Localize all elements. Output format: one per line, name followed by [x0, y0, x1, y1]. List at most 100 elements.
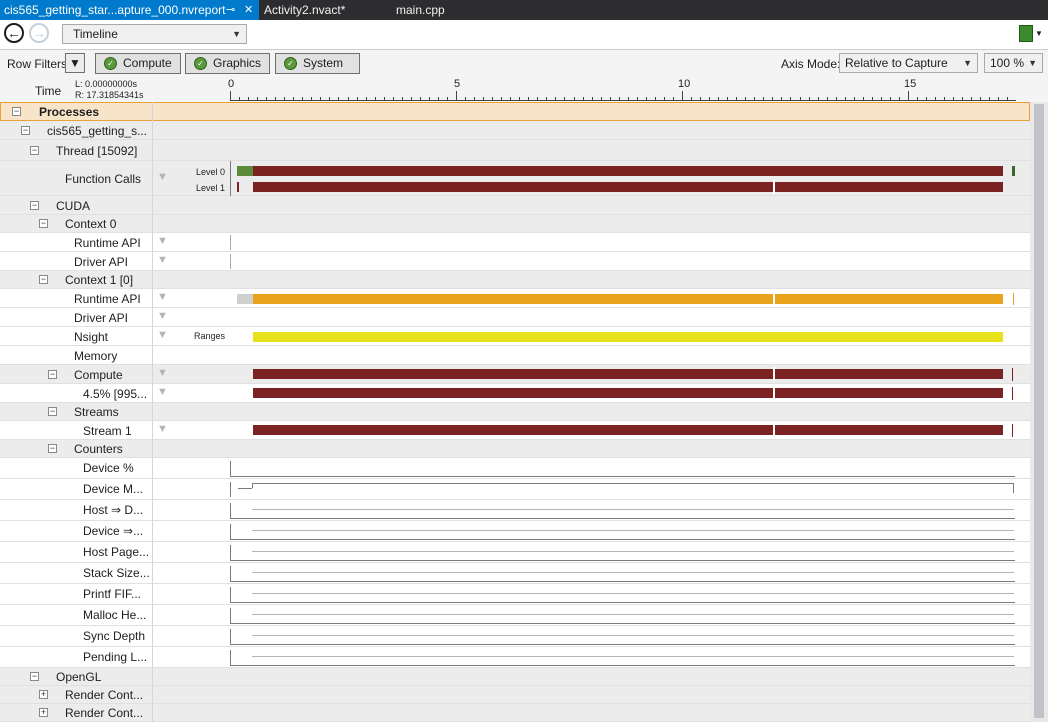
- counter-line[interactable]: [230, 644, 1015, 645]
- collapse-icon[interactable]: −: [48, 370, 57, 379]
- level0-bar[interactable]: [253, 166, 1003, 176]
- stream1-bar[interactable]: [253, 425, 1003, 435]
- ruler-tick: [357, 97, 358, 101]
- counters-row[interactable]: − Counters: [0, 440, 1030, 458]
- context0-row[interactable]: − Context 0: [0, 215, 1030, 233]
- ruler-tick: [302, 97, 303, 101]
- kernel-end-bar[interactable]: [1012, 387, 1013, 400]
- counter-line[interactable]: [230, 476, 1015, 477]
- view-select[interactable]: Timeline ▼: [62, 24, 247, 44]
- collapse-icon[interactable]: −: [30, 672, 39, 681]
- nsight-range-bar[interactable]: [253, 332, 1003, 342]
- memory-row[interactable]: Memory: [0, 346, 1030, 365]
- kernel-bar[interactable]: [253, 388, 1003, 398]
- counter-axis: [230, 629, 231, 644]
- funnel-filter-icon[interactable]: ▼: [157, 171, 168, 183]
- collapse-icon[interactable]: −: [30, 146, 39, 155]
- funnel-filter-icon[interactable]: ▼: [65, 53, 85, 73]
- back-arrow-icon[interactable]: ←: [4, 23, 24, 43]
- funnel-filter-icon[interactable]: ▼: [157, 310, 168, 322]
- compute-filter-label: Compute: [123, 56, 172, 70]
- ruler-tick: [338, 97, 339, 101]
- counter-label: Stack Size...: [83, 566, 150, 580]
- counter-line[interactable]: [230, 665, 1015, 666]
- collapse-icon[interactable]: −: [39, 219, 48, 228]
- stream1-end-bar[interactable]: [1012, 424, 1013, 437]
- ruler-tick: [836, 97, 837, 101]
- funnel-filter-icon[interactable]: ▼: [157, 423, 168, 435]
- axis-mode-select[interactable]: Relative to Capture ▼: [839, 53, 978, 73]
- collapse-icon[interactable]: −: [12, 107, 21, 116]
- system-filter-button[interactable]: ✓ System: [275, 53, 360, 74]
- runtime-api-bar[interactable]: [253, 294, 1003, 304]
- counter-line[interactable]: [230, 623, 1015, 624]
- level0-end-bar[interactable]: [1012, 166, 1015, 176]
- counter-line[interactable]: [230, 518, 1015, 519]
- row-filters-label: Row Filters: [7, 57, 68, 71]
- ruler-tick: [763, 97, 764, 101]
- ctx0-driver-api-row[interactable]: Driver API ▼: [0, 252, 1030, 271]
- forward-arrow-icon[interactable]: →: [29, 23, 49, 43]
- collapse-icon[interactable]: −: [39, 275, 48, 284]
- level1-bar[interactable]: [253, 182, 1003, 192]
- counter-line: [252, 509, 1014, 510]
- opengl-row[interactable]: − OpenGL: [0, 668, 1030, 686]
- ctx0-runtime-api-row[interactable]: Runtime API ▼: [0, 233, 1030, 252]
- ruler-tick: [790, 97, 791, 101]
- level0-start-bar[interactable]: [237, 166, 253, 176]
- runtime-api-init-bar[interactable]: [237, 294, 253, 304]
- counter-step: [252, 483, 253, 488]
- ruler-tick: [628, 97, 629, 101]
- counter-label: Printf FIF...: [83, 587, 142, 601]
- runtime-api-end-bar[interactable]: [1013, 293, 1014, 305]
- counter-line[interactable]: [230, 581, 1015, 582]
- funnel-filter-icon[interactable]: ▼: [157, 329, 168, 341]
- collapse-icon[interactable]: −: [48, 407, 57, 416]
- tree-divider[interactable]: [152, 102, 153, 722]
- counter-line[interactable]: [230, 560, 1015, 561]
- process-row[interactable]: − cis565_getting_s...: [0, 121, 1030, 140]
- counter-line: [252, 572, 1014, 573]
- report-export-icon[interactable]: [1019, 25, 1033, 42]
- graphics-filter-button[interactable]: ✓ Graphics: [185, 53, 270, 74]
- zoom-select[interactable]: 100 % ▼: [984, 53, 1043, 73]
- thread-row[interactable]: − Thread [15092]: [0, 140, 1030, 161]
- funnel-filter-icon[interactable]: ▼: [157, 235, 168, 247]
- export-dropdown-arrow-icon[interactable]: ▼: [1035, 29, 1043, 38]
- scrollbar-thumb[interactable]: [1034, 104, 1044, 718]
- level1-start-bar[interactable]: [237, 182, 239, 192]
- render-context-row[interactable]: + Render Cont...: [0, 686, 1030, 704]
- processes-row[interactable]: − Processes: [0, 102, 1030, 121]
- tab-nvreport[interactable]: cis565_getting_star...apture_000.nvrepor…: [0, 0, 259, 20]
- funnel-filter-icon[interactable]: ▼: [157, 367, 168, 379]
- collapse-icon[interactable]: −: [30, 201, 39, 210]
- compute-filter-button[interactable]: ✓ Compute: [95, 53, 181, 74]
- expand-icon[interactable]: +: [39, 690, 48, 699]
- ruler-tick: [311, 97, 312, 101]
- ruler-tick: [691, 97, 692, 101]
- collapse-icon[interactable]: −: [21, 126, 30, 135]
- close-icon[interactable]: ✕: [244, 0, 253, 20]
- counter-line[interactable]: [252, 483, 1014, 484]
- cuda-row[interactable]: − CUDA: [0, 196, 1030, 215]
- counter-line: [252, 635, 1014, 636]
- counter-line[interactable]: [230, 539, 1015, 540]
- expand-icon[interactable]: +: [39, 708, 48, 717]
- ctx1-driver-api-row[interactable]: Driver API ▼: [0, 308, 1030, 327]
- tab-activity-label: Activity2.nvact*: [264, 3, 346, 17]
- render-context-row[interactable]: + Render Cont...: [0, 704, 1030, 722]
- funnel-filter-icon[interactable]: ▼: [157, 254, 168, 266]
- funnel-filter-icon[interactable]: ▼: [157, 386, 168, 398]
- pin-icon[interactable]: ⊸: [226, 0, 235, 20]
- compute-end-bar[interactable]: [1012, 368, 1013, 381]
- funnel-filter-icon[interactable]: ▼: [157, 291, 168, 303]
- vertical-scrollbar[interactable]: [1030, 102, 1048, 722]
- compute-bar[interactable]: [253, 369, 1003, 379]
- counter-line[interactable]: [230, 602, 1015, 603]
- context1-row[interactable]: − Context 1 [0]: [0, 271, 1030, 289]
- collapse-icon[interactable]: −: [48, 444, 57, 453]
- streams-row[interactable]: − Streams: [0, 403, 1030, 421]
- tab-main-cpp[interactable]: main.cpp: [392, 0, 472, 20]
- tab-activity[interactable]: Activity2.nvact*: [260, 0, 380, 20]
- render-context-label: Render Cont...: [65, 688, 144, 702]
